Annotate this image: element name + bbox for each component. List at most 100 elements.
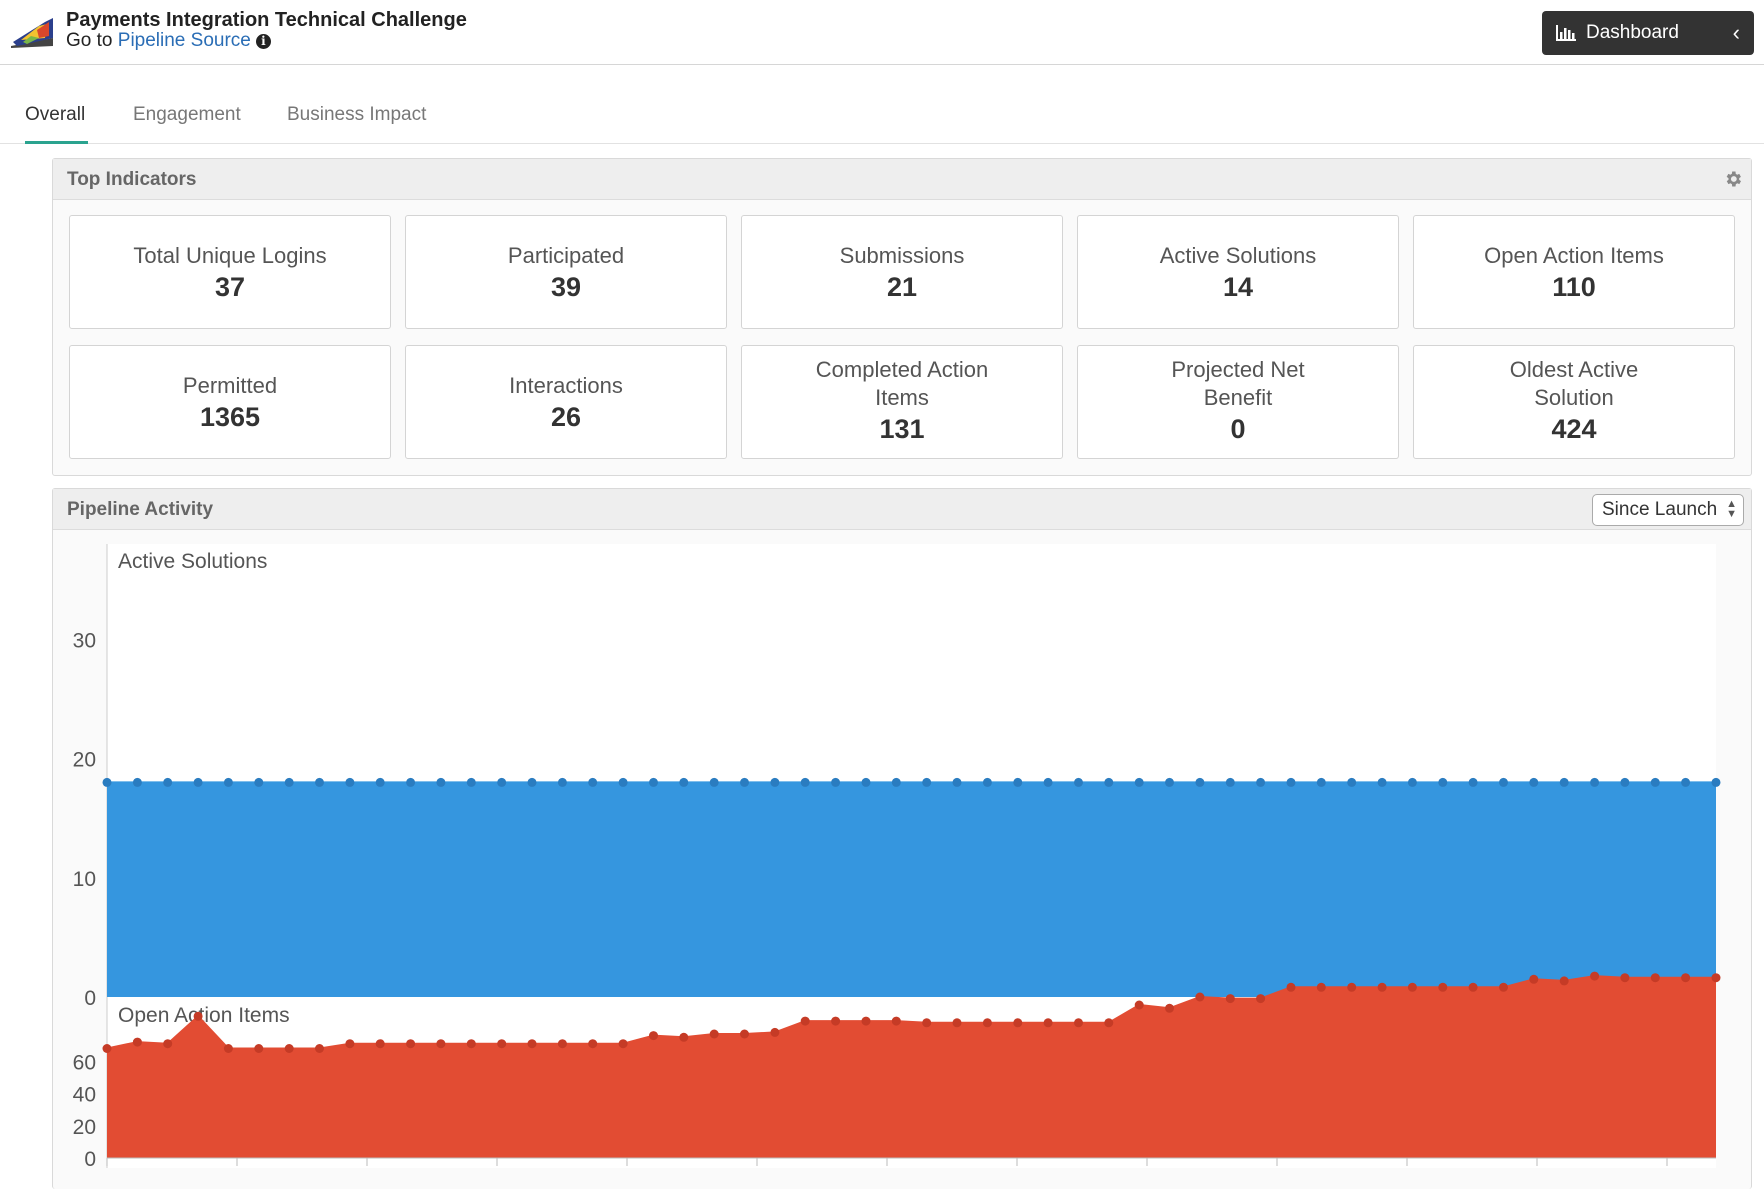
data-point[interactable]	[497, 1039, 507, 1049]
data-point[interactable]	[132, 1037, 142, 1047]
data-point[interactable]	[406, 777, 416, 787]
data-point[interactable]	[557, 1039, 567, 1049]
data-point[interactable]	[1499, 777, 1508, 787]
data-point[interactable]	[1134, 1000, 1144, 1010]
data-point[interactable]	[375, 1039, 385, 1049]
data-point[interactable]	[223, 1044, 233, 1053]
data-point[interactable]	[861, 1016, 871, 1026]
data-point[interactable]	[193, 1011, 203, 1021]
data-point[interactable]	[740, 777, 749, 787]
data-point[interactable]	[1104, 1018, 1114, 1028]
data-point[interactable]	[1650, 777, 1660, 787]
data-point[interactable]	[922, 1018, 932, 1028]
data-point[interactable]	[406, 1039, 416, 1049]
data-point[interactable]	[315, 777, 324, 787]
data-point[interactable]	[1074, 777, 1083, 787]
data-point[interactable]	[1559, 976, 1569, 986]
data-point[interactable]	[102, 777, 112, 787]
data-point[interactable]	[922, 777, 932, 787]
data-point[interactable]	[466, 1039, 476, 1049]
data-point[interactable]	[1681, 777, 1691, 787]
data-point[interactable]	[740, 1029, 749, 1039]
data-point[interactable]	[709, 1029, 719, 1039]
data-point[interactable]	[1013, 777, 1023, 787]
data-point[interactable]	[800, 1016, 810, 1026]
data-point[interactable]	[1620, 777, 1630, 787]
data-point[interactable]	[1529, 974, 1539, 984]
data-point[interactable]	[1225, 994, 1235, 1004]
data-point[interactable]	[1438, 777, 1448, 787]
data-point[interactable]	[1347, 777, 1357, 787]
data-point[interactable]	[102, 1044, 112, 1053]
data-point[interactable]	[1104, 777, 1114, 787]
data-point[interactable]	[527, 1039, 537, 1049]
data-point[interactable]	[770, 777, 780, 787]
data-point[interactable]	[1256, 994, 1266, 1004]
data-point[interactable]	[1438, 982, 1448, 992]
data-point[interactable]	[861, 777, 871, 787]
data-point[interactable]	[497, 777, 507, 787]
data-point[interactable]	[679, 777, 689, 787]
data-point[interactable]	[132, 777, 142, 787]
data-point[interactable]	[345, 1039, 355, 1049]
data-point[interactable]	[1286, 982, 1296, 992]
data-point[interactable]	[466, 777, 476, 787]
data-point[interactable]	[1468, 982, 1478, 992]
data-point[interactable]	[1256, 777, 1266, 787]
data-point[interactable]	[1347, 982, 1357, 992]
data-point[interactable]	[163, 1039, 173, 1049]
data-point[interactable]	[1134, 777, 1144, 787]
data-point[interactable]	[982, 777, 992, 787]
data-point[interactable]	[770, 1027, 780, 1037]
data-point[interactable]	[436, 777, 446, 787]
data-point[interactable]	[375, 777, 385, 787]
data-point[interactable]	[254, 777, 264, 787]
data-point[interactable]	[1590, 971, 1600, 981]
data-point[interactable]	[1316, 982, 1326, 992]
data-point[interactable]	[223, 777, 233, 787]
data-point[interactable]	[1650, 973, 1660, 983]
data-point[interactable]	[163, 777, 173, 787]
data-point[interactable]	[1195, 992, 1205, 1002]
data-point[interactable]	[284, 777, 294, 787]
data-point[interactable]	[1468, 777, 1478, 787]
data-point[interactable]	[345, 777, 355, 787]
data-point[interactable]	[193, 777, 203, 787]
data-point[interactable]	[436, 1039, 446, 1049]
data-point[interactable]	[315, 1044, 324, 1053]
data-point[interactable]	[1711, 777, 1721, 787]
data-point[interactable]	[1620, 973, 1630, 983]
data-point[interactable]	[831, 777, 841, 787]
data-point[interactable]	[1225, 777, 1235, 787]
data-point[interactable]	[1499, 982, 1508, 992]
data-point[interactable]	[557, 777, 567, 787]
data-point[interactable]	[952, 1018, 962, 1028]
data-point[interactable]	[891, 777, 901, 787]
data-point[interactable]	[284, 1044, 294, 1053]
data-point[interactable]	[618, 777, 628, 787]
data-point[interactable]	[1043, 1018, 1053, 1028]
data-point[interactable]	[1559, 777, 1569, 787]
data-point[interactable]	[1590, 777, 1600, 787]
data-point[interactable]	[1711, 973, 1721, 983]
data-point[interactable]	[1195, 777, 1205, 787]
data-point[interactable]	[618, 1039, 628, 1049]
data-point[interactable]	[1074, 1018, 1083, 1028]
data-point[interactable]	[1043, 777, 1053, 787]
data-point[interactable]	[649, 777, 658, 787]
data-point[interactable]	[1529, 777, 1539, 787]
data-point[interactable]	[982, 1018, 992, 1028]
data-point[interactable]	[1316, 777, 1326, 787]
data-point[interactable]	[1377, 982, 1387, 992]
data-point[interactable]	[588, 1039, 598, 1049]
data-point[interactable]	[679, 1032, 689, 1042]
data-point[interactable]	[527, 777, 537, 787]
data-point[interactable]	[952, 777, 962, 787]
data-point[interactable]	[1407, 777, 1417, 787]
data-point[interactable]	[709, 777, 719, 787]
data-point[interactable]	[1407, 982, 1417, 992]
data-point[interactable]	[1681, 973, 1691, 983]
data-point[interactable]	[649, 1031, 658, 1041]
data-point[interactable]	[800, 777, 810, 787]
data-point[interactable]	[1286, 777, 1296, 787]
